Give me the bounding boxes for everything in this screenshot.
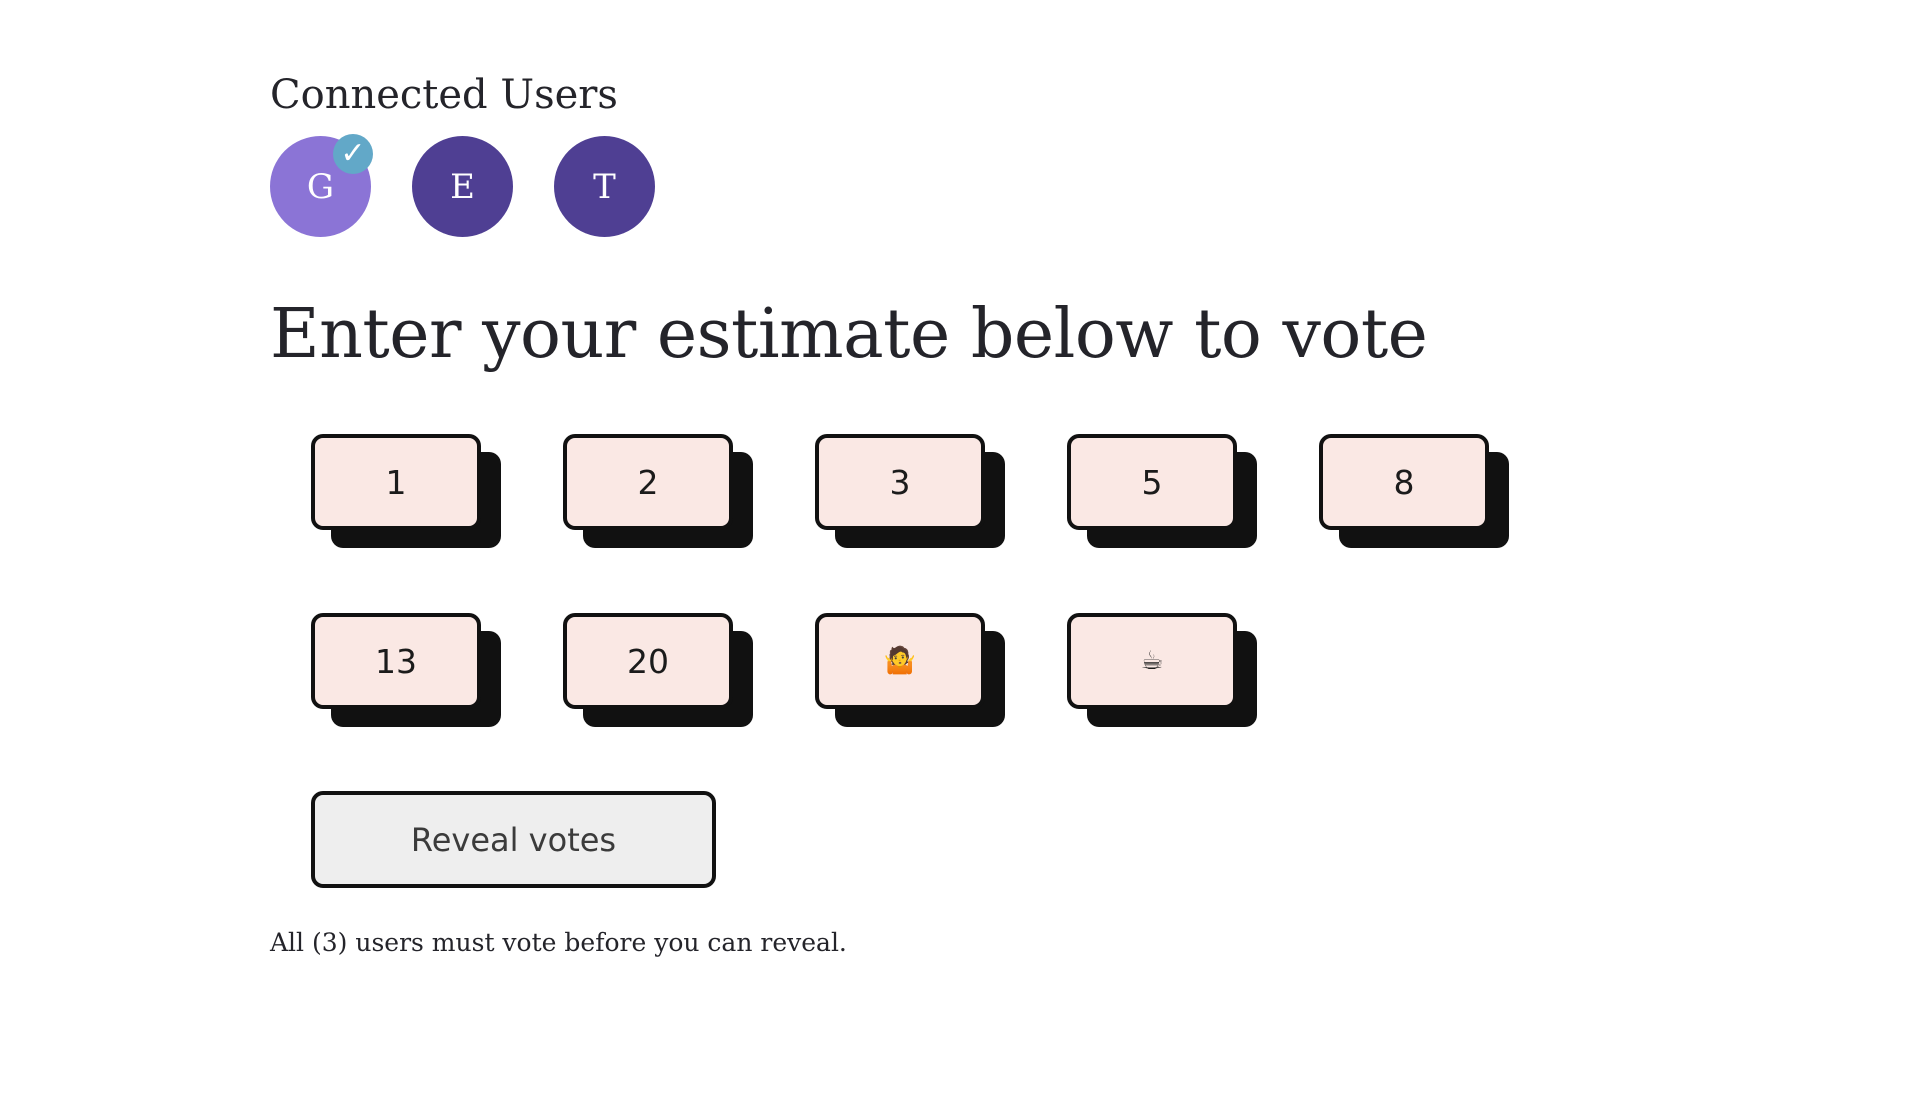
coffee-icon: ☕ — [1140, 646, 1164, 676]
estimate-cards: 1 2 3 5 8 13 20 🤷 ☕ — [311, 434, 1611, 713]
check-icon: ✓ — [333, 134, 373, 174]
estimate-card-coffee-break[interactable]: ☕ — [1067, 613, 1237, 709]
user-avatar-list: G ✓ E T — [270, 134, 1670, 237]
vote-prompt-heading: Enter your estimate below to vote — [270, 295, 1428, 374]
avatar-initial: G — [306, 166, 335, 207]
estimate-card-1[interactable]: 1 — [311, 434, 481, 530]
estimate-card-unsure[interactable]: 🤷 — [815, 613, 985, 709]
shrug-icon: 🤷 — [883, 646, 917, 676]
card-row: 1 2 3 5 8 — [311, 434, 1611, 534]
user-avatar-g: G ✓ — [270, 134, 373, 237]
estimate-card-3[interactable]: 3 — [815, 434, 985, 530]
estimate-card-13[interactable]: 13 — [311, 613, 481, 709]
user-avatar-e: E — [412, 136, 513, 237]
estimate-card-20[interactable]: 20 — [563, 613, 733, 709]
estimate-card-5[interactable]: 5 — [1067, 434, 1237, 530]
reveal-votes-button[interactable]: Reveal votes — [311, 791, 716, 888]
estimate-card-2[interactable]: 2 — [563, 434, 733, 530]
user-avatar-t: T — [554, 136, 655, 237]
avatar-initial: E — [450, 166, 475, 207]
reveal-requirement-note: All (3) users must vote before you can r… — [270, 928, 847, 957]
card-row: 13 20 🤷 ☕ — [311, 613, 1611, 713]
estimate-card-8[interactable]: 8 — [1319, 434, 1489, 530]
avatar-initial: T — [593, 166, 616, 207]
poker-room: Connected Users G ✓ E T Enter your estim… — [270, 60, 1670, 957]
connected-users-heading: Connected Users — [270, 72, 618, 118]
